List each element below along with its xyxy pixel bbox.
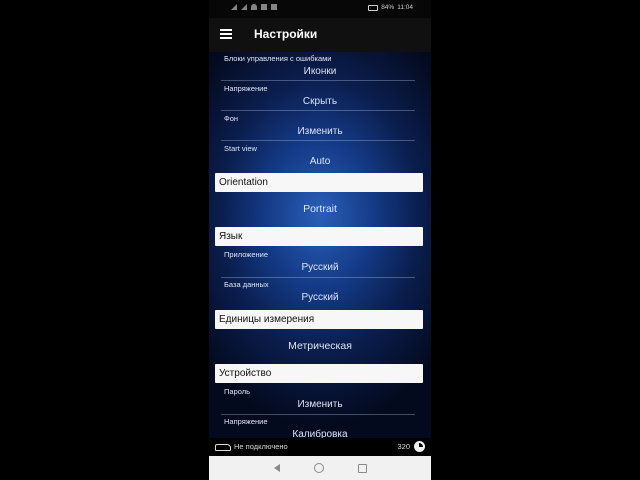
status-bar: 84% 11:04 bbox=[209, 0, 431, 18]
setting-value: Русский bbox=[301, 262, 339, 273]
setting-label: Блоки управления с ошибками bbox=[224, 54, 332, 63]
signal-icon-2 bbox=[241, 4, 247, 10]
setting-password[interactable]: Пароль Изменить bbox=[209, 385, 431, 415]
section-header-orientation: Orientation bbox=[215, 173, 423, 192]
setting-voltage-calibration[interactable]: Напряжение Калибровка bbox=[209, 415, 431, 438]
divider bbox=[221, 110, 415, 111]
wifi-icon bbox=[251, 4, 257, 10]
divider bbox=[221, 80, 415, 81]
connection-status: Не подключено bbox=[234, 442, 288, 451]
setting-database-language[interactable]: База данных Русский bbox=[209, 278, 431, 308]
setting-value: Иконки bbox=[303, 66, 337, 77]
gauge-icon[interactable] bbox=[414, 441, 425, 452]
setting-orientation-value[interactable]: Portrait bbox=[209, 203, 431, 215]
recent-apps-square-icon[interactable] bbox=[357, 463, 367, 473]
notification-icon bbox=[261, 4, 267, 10]
connection-bar: Не подключено 320 bbox=[209, 438, 431, 456]
setting-background[interactable]: Фон Изменить bbox=[209, 112, 431, 142]
setting-start-view[interactable]: Start view Auto bbox=[209, 142, 431, 172]
setting-units-value[interactable]: Метрическая bbox=[209, 340, 431, 352]
battery-percent: 84% bbox=[381, 4, 395, 11]
status-icons-right: 84% 11:04 bbox=[368, 4, 413, 11]
setting-label: Напряжение bbox=[224, 417, 268, 426]
hamburger-menu-icon[interactable] bbox=[220, 29, 232, 39]
setting-voltage-display[interactable]: Напряжение Скрыть bbox=[209, 82, 431, 112]
clock: 11:04 bbox=[397, 4, 413, 11]
setting-value: Русский bbox=[301, 292, 339, 303]
setting-value: Изменить bbox=[297, 399, 343, 410]
setting-error-blocks[interactable]: Блоки управления с ошибками Иконки bbox=[209, 52, 431, 82]
car-icon bbox=[215, 444, 231, 451]
setting-label: Приложение bbox=[224, 250, 268, 259]
setting-app-language[interactable]: Приложение Русский bbox=[209, 248, 431, 278]
page-title: Настройки bbox=[254, 27, 318, 41]
battery-icon bbox=[368, 4, 379, 11]
camera-icon bbox=[271, 4, 277, 10]
setting-label: Пароль bbox=[224, 387, 251, 396]
section-header-language: Язык bbox=[215, 227, 423, 246]
setting-value: Калибровка bbox=[292, 429, 348, 438]
status-icons-left bbox=[231, 4, 277, 10]
phone-screen: 84% 11:04 Настройки Блоки управления с о… bbox=[209, 0, 431, 480]
section-header-device: Устройство bbox=[215, 364, 423, 383]
section-header-units: Единицы измерения bbox=[215, 310, 423, 329]
setting-value: Изменить bbox=[297, 126, 343, 137]
setting-label: Фон bbox=[224, 114, 239, 123]
back-triangle-icon[interactable] bbox=[273, 464, 280, 472]
system-nav-bar bbox=[209, 456, 431, 480]
setting-value: Auto bbox=[309, 156, 331, 167]
home-circle-icon[interactable] bbox=[313, 463, 324, 473]
setting-label: Напряжение bbox=[224, 84, 268, 93]
setting-value: Скрыть bbox=[302, 96, 338, 107]
counter-value: 320 bbox=[397, 442, 410, 451]
divider bbox=[221, 140, 415, 141]
setting-label: Start view bbox=[224, 144, 257, 153]
app-bar: Настройки bbox=[209, 18, 431, 52]
setting-label: База данных bbox=[224, 280, 269, 289]
settings-list[interactable]: Блоки управления с ошибками Иконки Напря… bbox=[209, 52, 431, 438]
signal-icon bbox=[231, 4, 237, 10]
